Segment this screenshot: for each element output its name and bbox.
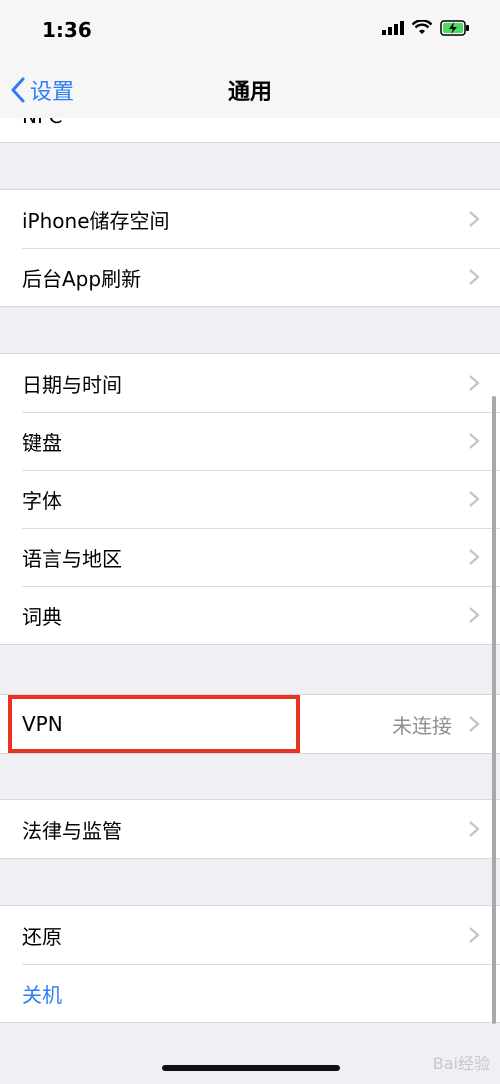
chevron-right-icon (469, 716, 480, 732)
status-icons (382, 20, 470, 36)
list-item-reset[interactable]: 还原 (0, 906, 500, 964)
list-item-iphone-storage[interactable]: iPhone储存空间 (0, 190, 500, 248)
home-indicator[interactable] (162, 1065, 340, 1071)
signal-icon (382, 21, 404, 35)
list-item-fonts[interactable]: 字体 (0, 470, 500, 528)
list-item-label: iPhone储存空间 (22, 208, 170, 233)
scrollbar[interactable] (492, 396, 496, 1024)
chevron-right-icon (469, 821, 480, 837)
shutdown-button[interactable]: 关机 (0, 964, 500, 1022)
wifi-icon (412, 20, 432, 34)
chevron-right-icon (469, 549, 480, 565)
chevron-right-icon (469, 433, 480, 449)
list-item-label: 后台App刷新 (22, 266, 142, 291)
list-item-label: 键盘 (22, 430, 62, 455)
list-item-vpn[interactable]: VPN 未连接 (0, 695, 500, 753)
list-item-language-region[interactable]: 语言与地区 (0, 528, 500, 586)
list-item-label: 日期与时间 (22, 372, 122, 397)
list-item-label: NFC (22, 118, 62, 128)
shutdown-label: 关机 (22, 982, 62, 1007)
chevron-right-icon (469, 211, 480, 227)
list-item-date-time[interactable]: 日期与时间 (0, 354, 500, 412)
chevron-right-icon (469, 607, 480, 623)
chevron-right-icon (469, 491, 480, 507)
vpn-status-value: 未连接 (392, 713, 452, 738)
list-item-label: 词典 (22, 604, 62, 629)
list-item-dictionary[interactable]: 词典 (0, 586, 500, 644)
status-bar: 1:36 (0, 0, 500, 60)
list-item-label: 还原 (22, 924, 62, 949)
battery-charging-icon (440, 20, 469, 36)
chevron-right-icon (469, 375, 480, 391)
list-item-nfc[interactable]: NFC (0, 118, 500, 143)
list-item-label: 法律与监管 (22, 818, 122, 843)
watermark: Bai经验 (432, 1054, 490, 1073)
page-title: 通用 (227, 80, 272, 105)
settings-group-reset: 还原 关机 (0, 905, 500, 1023)
settings-group-locale: 日期与时间 键盘 字体 语言与地区 词典 (0, 353, 500, 645)
list-item-label: 字体 (22, 488, 62, 513)
settings-group-storage: iPhone储存空间 后台App刷新 (0, 189, 500, 307)
list-item-label: VPN (22, 712, 63, 736)
list-item-legal-regulatory[interactable]: 法律与监管 (0, 800, 500, 858)
chevron-right-icon (469, 269, 480, 285)
settings-group-vpn: VPN 未连接 (0, 694, 500, 754)
list-item-background-app-refresh[interactable]: 后台App刷新 (0, 248, 500, 306)
chevron-right-icon (469, 927, 480, 943)
status-time: 1:36 (42, 18, 92, 42)
list-item-label: 语言与地区 (22, 546, 122, 571)
list-item-keyboard[interactable]: 键盘 (0, 412, 500, 470)
navigation-bar: 设置 通用 (0, 60, 500, 119)
settings-group-legal: 法律与监管 (0, 799, 500, 859)
